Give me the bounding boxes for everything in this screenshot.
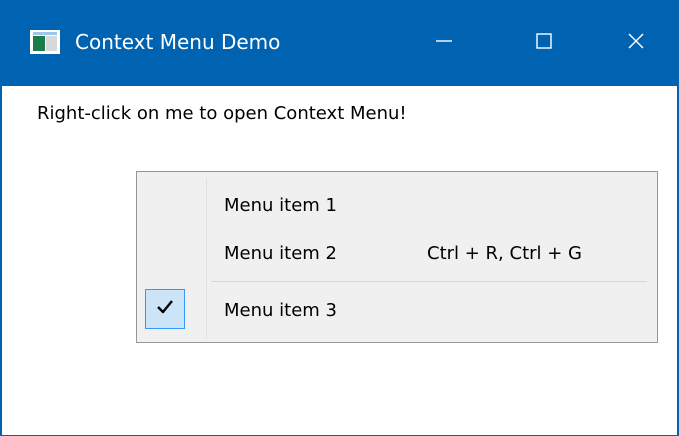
menu-item-label: Menu item 1: [224, 195, 337, 216]
close-button[interactable]: [591, 0, 679, 86]
checkmark-icon: [155, 298, 175, 320]
maximize-button[interactable]: [499, 0, 589, 86]
menu-item-label: Menu item 3: [224, 300, 337, 321]
menu-item-2[interactable]: Menu item 2 Ctrl + R, Ctrl + G: [139, 234, 655, 274]
context-target-label[interactable]: Right-click on me to open Context Menu!: [37, 100, 407, 128]
close-icon: [626, 31, 646, 55]
minimize-button[interactable]: [399, 0, 489, 86]
menu-item-shortcut: Ctrl + R, Ctrl + G: [427, 243, 583, 264]
title-bar[interactable]: Context Menu Demo: [2, 0, 679, 86]
menu-check-indicator: [145, 289, 185, 329]
window-title: Context Menu Demo: [75, 30, 281, 54]
context-menu: Menu item 1 Menu item 2 Ctrl + R, Ctrl +…: [136, 171, 658, 343]
app-window-icon: [30, 30, 60, 54]
minimize-icon: [434, 31, 454, 55]
menu-item-1[interactable]: Menu item 1: [139, 186, 655, 226]
menu-item-3[interactable]: Menu item 3: [139, 289, 655, 331]
menu-separator: [211, 281, 647, 282]
menu-item-label: Menu item 2: [224, 243, 337, 264]
maximize-icon: [534, 31, 554, 55]
app-window: Context Menu Demo Right-click on me to o…: [0, 0, 679, 436]
